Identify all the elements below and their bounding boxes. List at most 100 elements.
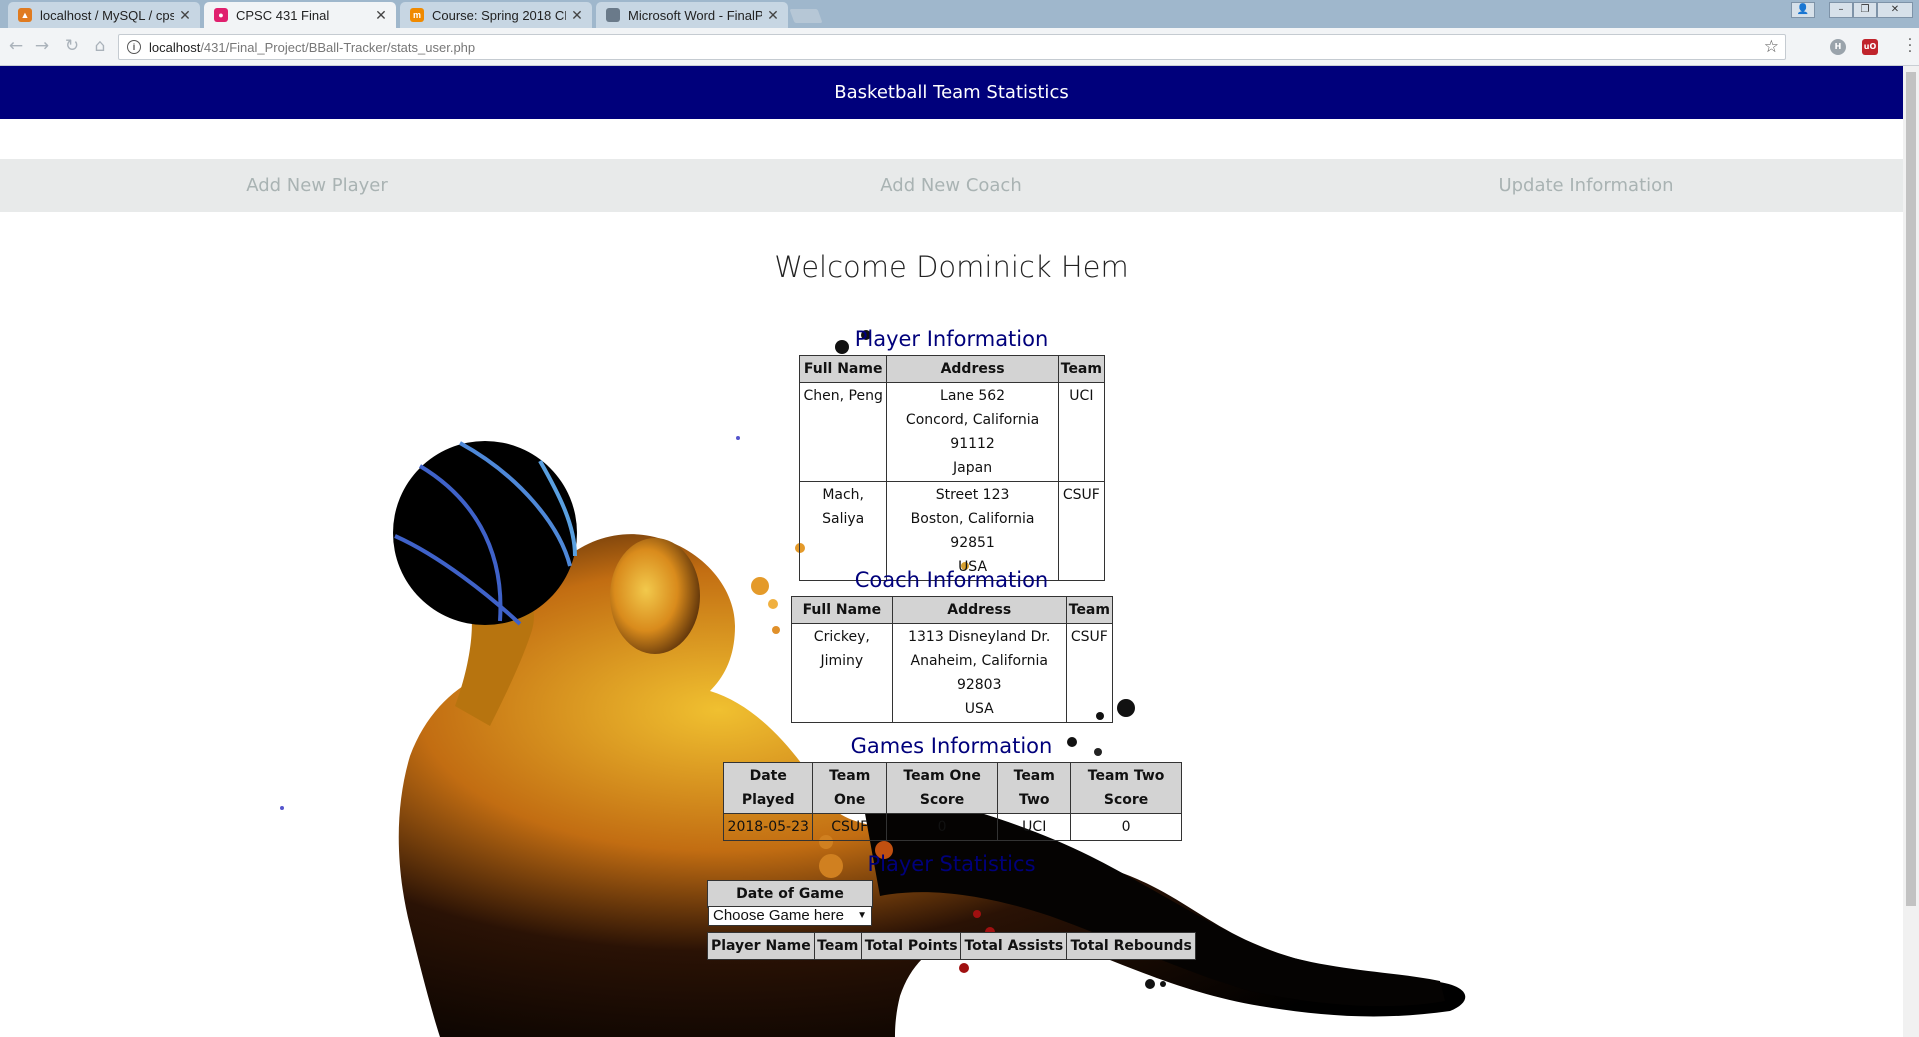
column-header: Full Name <box>791 596 893 624</box>
tab-title: Microsoft Word - FinalPr <box>628 7 762 23</box>
column-header: Team Two <box>997 762 1072 814</box>
info-icon[interactable]: i <box>127 40 141 54</box>
date-of-game-header-table: Date of Game <box>707 880 873 908</box>
browser-tab-cpsc431-final[interactable]: ● CPSC 431 Final ✕ <box>204 2 396 28</box>
column-header: Full Name <box>798 355 888 383</box>
choose-game-select[interactable]: Choose Game here ▼ <box>708 906 872 926</box>
site-header: Basketball Team Statistics <box>0 66 1903 119</box>
nav-add-new-player[interactable]: Add New Player <box>246 159 388 212</box>
browser-tab-course[interactable]: m Course: Spring 2018 CPSC ✕ <box>400 2 592 28</box>
table-header-row: Date of Game <box>707 880 873 908</box>
table-row: Mach, Saliya Street 123 Boston, Californ… <box>798 481 1106 581</box>
menu-icon[interactable]: · · · <box>1907 33 1913 59</box>
column-header: Team One <box>812 762 887 814</box>
column-header: Team Two Score <box>1070 762 1182 814</box>
team-two-score: 0 <box>1070 813 1182 841</box>
table-row: 2018-05-23 CSUF 0 UCI 0 <box>722 813 1182 841</box>
address-line: Concord, California 91112 <box>905 412 1040 452</box>
forward-arrow-icon[interactable]: → <box>32 36 52 56</box>
minimize-icon[interactable]: – <box>1829 2 1853 18</box>
site-icon: ● <box>214 8 228 22</box>
player-stats-title: Player Statistics <box>867 852 1036 876</box>
column-header: Date Played <box>722 762 814 814</box>
column-header: Team <box>1065 596 1114 624</box>
table-header-row: Date Played Team One Team One Score Team… <box>722 762 1182 814</box>
dropdown-caret-icon: ▼ <box>857 910 867 921</box>
column-header: Address <box>886 355 1059 383</box>
column-header: Team <box>813 932 862 960</box>
address-line: Boston, California 92851 <box>910 511 1035 551</box>
address-line: Street 123 <box>935 487 1010 503</box>
team-one-score: 0 <box>885 813 999 841</box>
phpmyadmin-icon: ▲ <box>18 8 32 22</box>
nav-add-new-coach[interactable]: Add New Coach <box>880 159 1021 212</box>
tab-title: localhost / MySQL / cpsc <box>40 7 174 23</box>
browser-tab-strip: ▲ localhost / MySQL / cpsc ✕ ● CPSC 431 … <box>0 0 1919 28</box>
bookmark-star-icon[interactable]: ☆ <box>1764 37 1779 57</box>
close-tab-icon[interactable]: ✕ <box>766 7 780 24</box>
table-header-row: Full Name Address Team <box>798 355 1106 383</box>
new-tab-button[interactable] <box>789 9 823 23</box>
player-info-table: Full Name Address Team Chen, Peng Lane 5… <box>798 355 1106 581</box>
profile-icon[interactable]: 👤 <box>1791 2 1815 18</box>
close-tab-icon[interactable]: ✕ <box>570 7 584 24</box>
coach-team: CSUF <box>1065 623 1114 723</box>
address-line: Lane 562 <box>940 388 1006 404</box>
table-row: Crickey, Jiminy 1313 Disneyland Dr. Anah… <box>791 623 1114 723</box>
column-header: Total Rebounds <box>1066 932 1196 960</box>
back-arrow-icon[interactable]: ← <box>6 36 26 56</box>
home-icon[interactable]: ⌂ <box>90 36 110 56</box>
coach-name: Crickey, Jiminy <box>791 623 893 723</box>
ublock-icon[interactable]: uO <box>1862 39 1878 55</box>
address-line: USA <box>964 701 994 717</box>
coach-info-table: Full Name Address Team Crickey, Jiminy 1… <box>791 596 1114 723</box>
table-header-row: Player Name Team Total Points Total Assi… <box>707 932 1196 960</box>
close-tab-icon[interactable]: ✕ <box>178 7 192 24</box>
games-info-table: Date Played Team One Team One Score Team… <box>722 762 1182 841</box>
game-date: 2018-05-23 <box>722 813 814 841</box>
extension-icon[interactable]: H <box>1830 39 1846 55</box>
column-header: Total Assists <box>960 932 1068 960</box>
column-header: Total Points <box>860 932 962 960</box>
column-header: Team <box>1057 355 1106 383</box>
player-info-title: Player Information <box>854 327 1049 351</box>
site-title: Basketball Team Statistics <box>834 82 1069 103</box>
player-address: Lane 562 Concord, California 91112 Japan <box>886 382 1059 482</box>
player-name: Mach, Saliya <box>798 481 888 581</box>
player-address: Street 123 Boston, California 92851 USA <box>886 481 1059 581</box>
document-icon <box>606 8 620 22</box>
address-line: 1313 Disneyland Dr. <box>908 629 1051 645</box>
tab-title: CPSC 431 Final <box>236 7 330 23</box>
player-name: Chen, Peng <box>798 382 888 482</box>
url-path: /431/Final_Project/BBall-Tracker/stats_u… <box>200 39 476 55</box>
close-tab-icon[interactable]: ✕ <box>374 7 388 24</box>
welcome-heading: Welcome Dominick Hem <box>774 250 1129 284</box>
team-two: UCI <box>997 813 1072 841</box>
column-header: Address <box>891 596 1067 624</box>
player-team: CSUF <box>1057 481 1106 581</box>
close-window-icon[interactable]: ✕ <box>1877 2 1913 18</box>
page-content: Basketball Team Statistics Add New Playe… <box>0 66 1903 1037</box>
url-host: localhost <box>149 39 201 55</box>
moodle-icon: m <box>410 8 424 22</box>
browser-tab-phpmyadmin[interactable]: ▲ localhost / MySQL / cpsc ✕ <box>8 2 200 28</box>
browser-toolbar: ← → ↻ ⌂ i localhost/431/Final_Project/BB… <box>0 28 1919 66</box>
page-scrollbar[interactable] <box>1903 66 1919 1037</box>
address-line: Japan <box>953 460 993 476</box>
table-row: Chen, Peng Lane 562 Concord, California … <box>798 382 1106 482</box>
restore-icon[interactable]: ❐ <box>1853 2 1877 18</box>
games-info-title: Games Information <box>850 734 1053 758</box>
select-value: Choose Game here <box>713 907 844 924</box>
browser-tab-word[interactable]: Microsoft Word - FinalPr ✕ <box>596 2 788 28</box>
coach-address: 1313 Disneyland Dr. Anaheim, California … <box>891 623 1067 723</box>
address-bar[interactable]: i localhost/431/Final_Project/BBall-Trac… <box>118 34 1786 60</box>
player-team: UCI <box>1057 382 1106 482</box>
nav-update-information[interactable]: Update Information <box>1498 159 1673 212</box>
column-header: Team One Score <box>885 762 999 814</box>
address-line: Anaheim, California 92803 <box>910 653 1048 693</box>
scrollbar-thumb[interactable] <box>1906 72 1916 906</box>
date-of-game-header: Date of Game <box>707 880 873 908</box>
team-one: CSUF <box>812 813 887 841</box>
tab-title: Course: Spring 2018 CPSC <box>432 7 566 23</box>
reload-icon[interactable]: ↻ <box>62 36 82 56</box>
